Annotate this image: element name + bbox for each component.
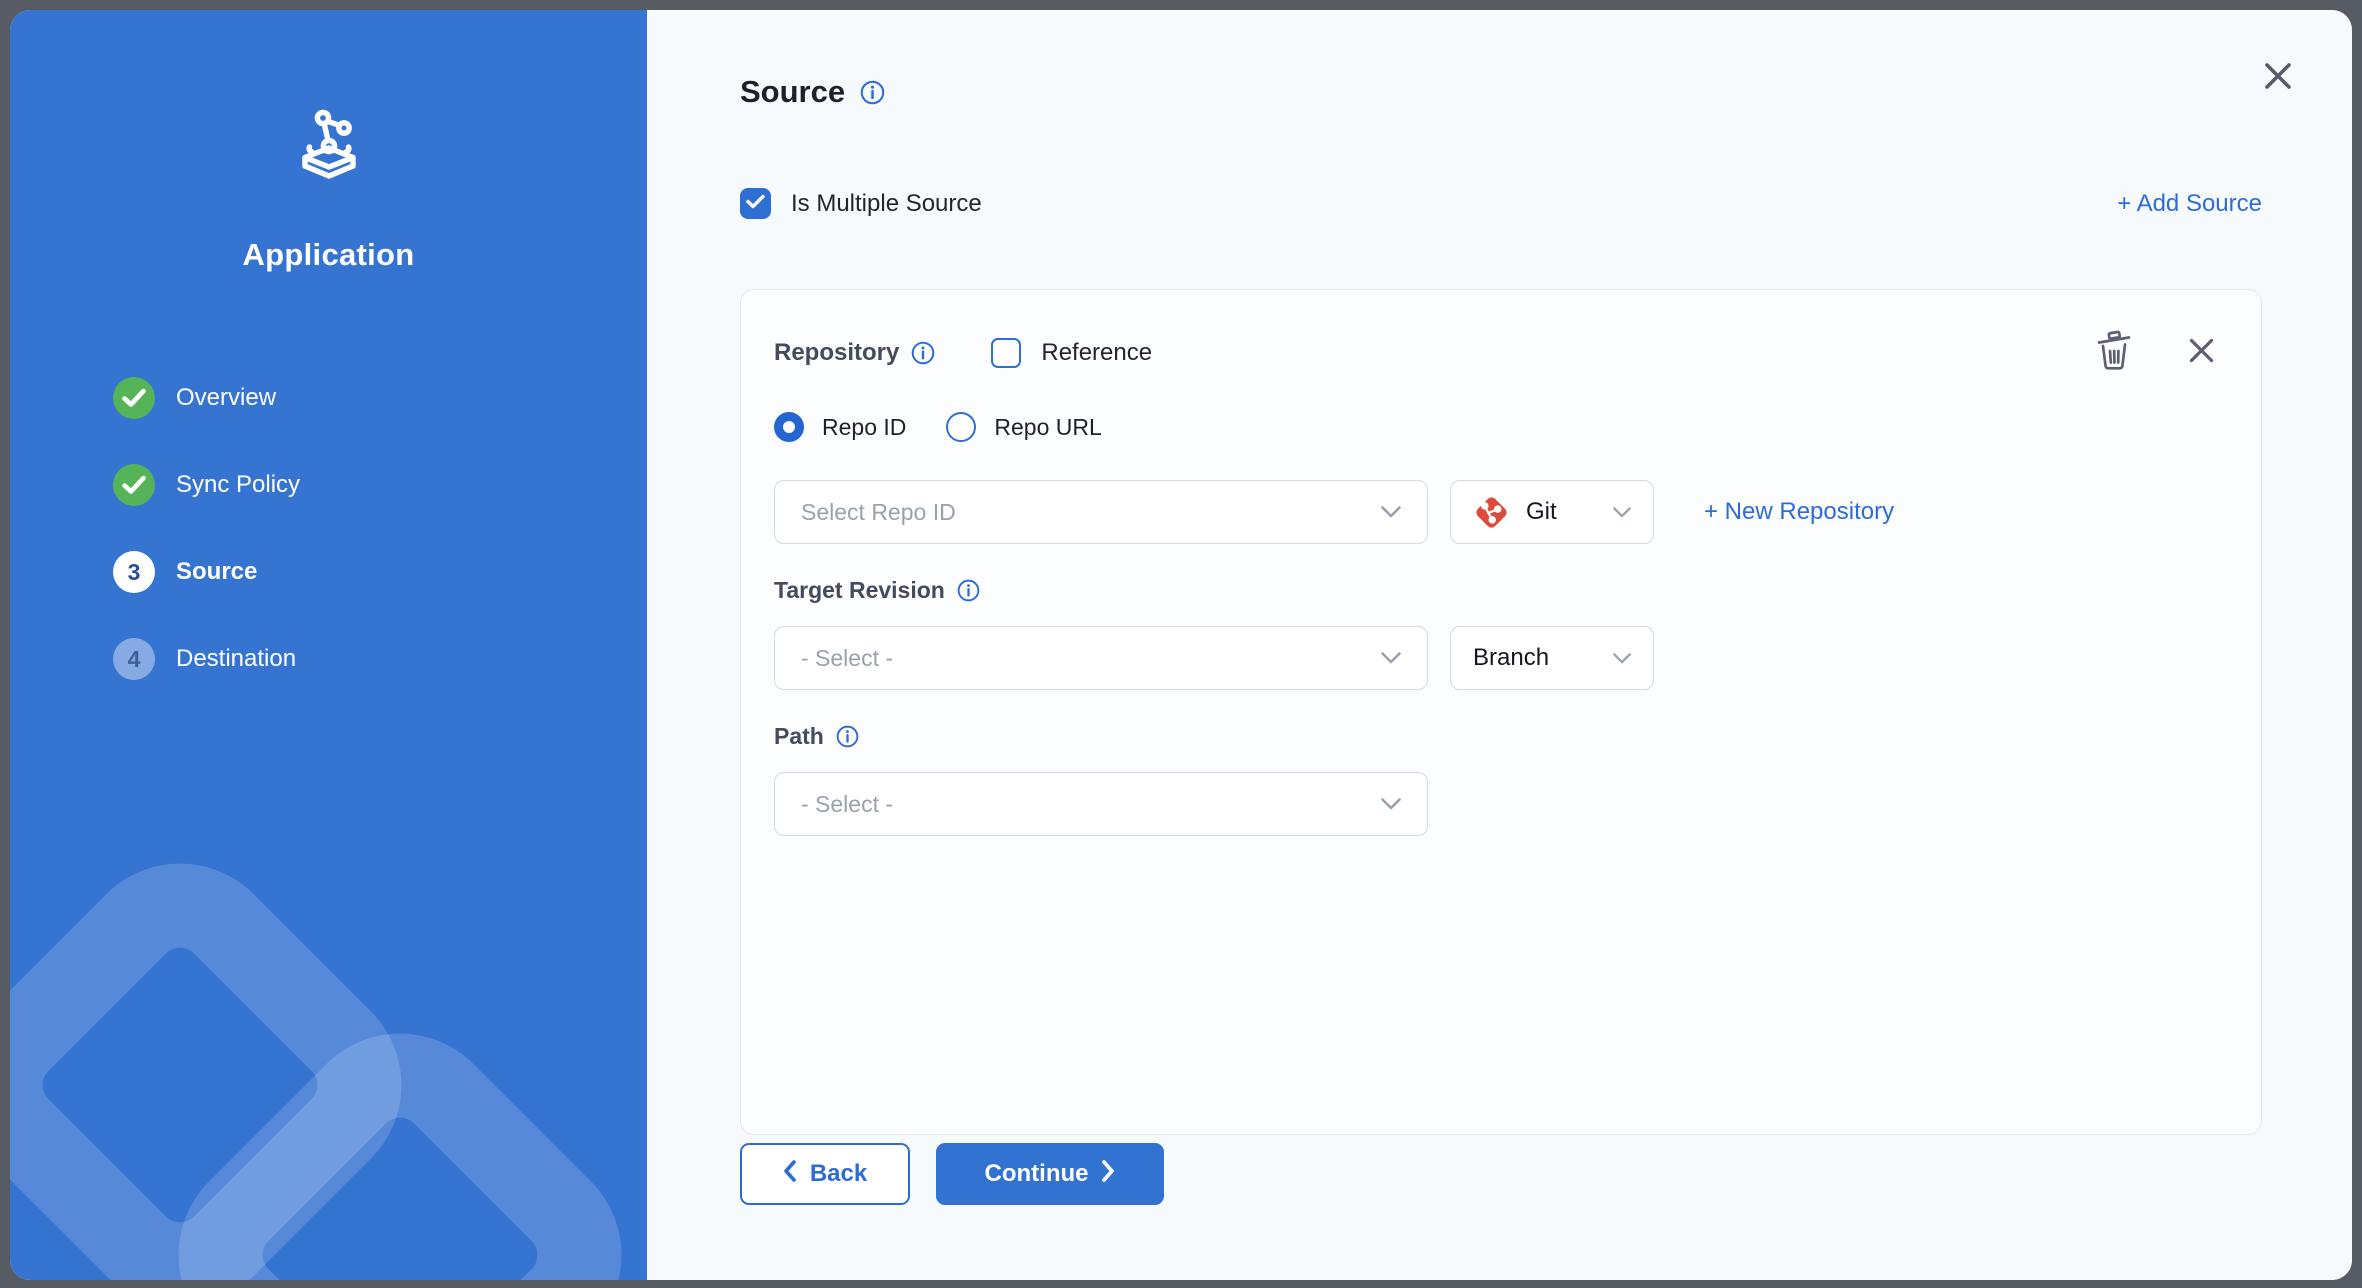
application-wizard-modal: Application Overview Sync Policy 3 Sourc… (10, 10, 2352, 1280)
step-overview[interactable]: Overview (113, 377, 647, 419)
repository-label: Repository (774, 339, 899, 367)
chevron-down-icon (1381, 652, 1401, 664)
reference-checkbox[interactable] (991, 338, 1021, 368)
sidebar-header: Application (10, 106, 647, 273)
repo-url-radio[interactable] (946, 412, 976, 442)
step-sync-policy[interactable]: Sync Policy (113, 464, 647, 506)
git-logo-icon (1473, 494, 1510, 531)
brand-watermark (10, 840, 647, 1280)
repo-id-radio-group: Repo ID (774, 412, 906, 442)
source-repository-card: Repository Reference (740, 289, 2262, 1135)
back-button-label: Back (810, 1160, 867, 1188)
repo-id-radio-label: Repo ID (822, 414, 906, 441)
checkbox-check-icon (746, 194, 765, 214)
step-label: Destination (176, 645, 296, 673)
source-step-panel: Source Is Multiple Source + Add Source R… (647, 10, 2352, 1280)
collapse-source-button[interactable] (2188, 337, 2215, 369)
chevron-down-icon (1613, 507, 1631, 518)
repo-id-select[interactable]: Select Repo ID (774, 480, 1428, 544)
close-icon (2188, 337, 2215, 369)
reference-group: Reference (991, 338, 1152, 368)
back-button[interactable]: Back (740, 1143, 910, 1205)
repository-card-header: Repository Reference (774, 330, 2229, 376)
page-title-row: Source (740, 74, 2262, 110)
wizard-steps: Overview Sync Policy 3 Source 4 Destinat… (10, 377, 647, 680)
chevron-down-icon (1381, 506, 1401, 518)
is-multiple-source-checkbox[interactable] (740, 188, 771, 219)
chevron-right-icon (1102, 1160, 1115, 1189)
source-form: Source Is Multiple Source + Add Source R… (647, 10, 2352, 1280)
target-revision-label: Target Revision (774, 577, 945, 604)
repo-url-radio-group: Repo URL (946, 412, 1101, 442)
repo-select-row: Select Repo ID (774, 480, 2229, 544)
modal-close-button[interactable] (2258, 58, 2298, 98)
add-source-button[interactable]: + Add Source (2117, 190, 2262, 218)
revision-type-value: Branch (1473, 644, 1549, 672)
revision-type-select[interactable]: Branch (1450, 626, 1654, 690)
step-source[interactable]: 3 Source (113, 551, 647, 593)
chevron-left-icon (783, 1160, 796, 1189)
chevron-down-icon (1381, 798, 1401, 810)
chevron-down-icon (1613, 653, 1631, 664)
target-revision-select[interactable]: - Select - (774, 626, 1428, 690)
source-info-icon[interactable] (860, 80, 885, 105)
repo-type-select[interactable]: Git (1450, 480, 1654, 544)
wizard-sidebar: Application Overview Sync Policy 3 Sourc… (10, 10, 647, 1280)
repo-url-radio-label: Repo URL (994, 414, 1101, 441)
target-revision-label-row: Target Revision (774, 577, 2229, 604)
delete-source-button[interactable] (2096, 330, 2132, 376)
repo-mode-radio-row: Repo ID Repo URL (774, 412, 2229, 442)
card-actions (2096, 330, 2229, 376)
repo-id-select-placeholder: Select Repo ID (801, 499, 956, 526)
wizard-footer: Back Continue (740, 1143, 2262, 1205)
repo-type-value: Git (1526, 498, 1557, 526)
target-revision-row: - Select - Branch (774, 626, 2229, 690)
trash-icon (2096, 330, 2132, 376)
repository-info-icon[interactable] (911, 341, 935, 365)
target-revision-info-icon[interactable] (957, 579, 980, 602)
path-row: - Select - (774, 772, 2229, 836)
application-box-git-icon (288, 173, 370, 190)
step-done-check-icon (113, 377, 155, 419)
step-done-check-icon (113, 464, 155, 506)
step-label: Source (176, 558, 257, 586)
step-number-badge: 3 (113, 551, 155, 593)
is-multiple-source-label: Is Multiple Source (791, 190, 982, 218)
step-label: Overview (176, 384, 276, 412)
close-icon (2263, 61, 2293, 96)
wizard-title: Application (10, 237, 647, 273)
step-number-badge: 4 (113, 638, 155, 680)
page-title: Source (740, 74, 845, 110)
continue-button-label: Continue (985, 1160, 1089, 1188)
multi-source-row: Is Multiple Source + Add Source (740, 188, 2262, 219)
repo-id-radio[interactable] (774, 412, 804, 442)
continue-button[interactable]: Continue (936, 1143, 1164, 1205)
reference-label: Reference (1041, 339, 1152, 367)
step-label: Sync Policy (176, 471, 300, 499)
new-repository-button[interactable]: + New Repository (1704, 498, 1894, 526)
path-label: Path (774, 723, 824, 750)
step-destination[interactable]: 4 Destination (113, 638, 647, 680)
path-label-row: Path (774, 723, 2229, 750)
path-select-placeholder: - Select - (801, 791, 893, 818)
path-info-icon[interactable] (836, 725, 859, 748)
path-select[interactable]: - Select - (774, 772, 1428, 836)
target-revision-placeholder: - Select - (801, 645, 893, 672)
